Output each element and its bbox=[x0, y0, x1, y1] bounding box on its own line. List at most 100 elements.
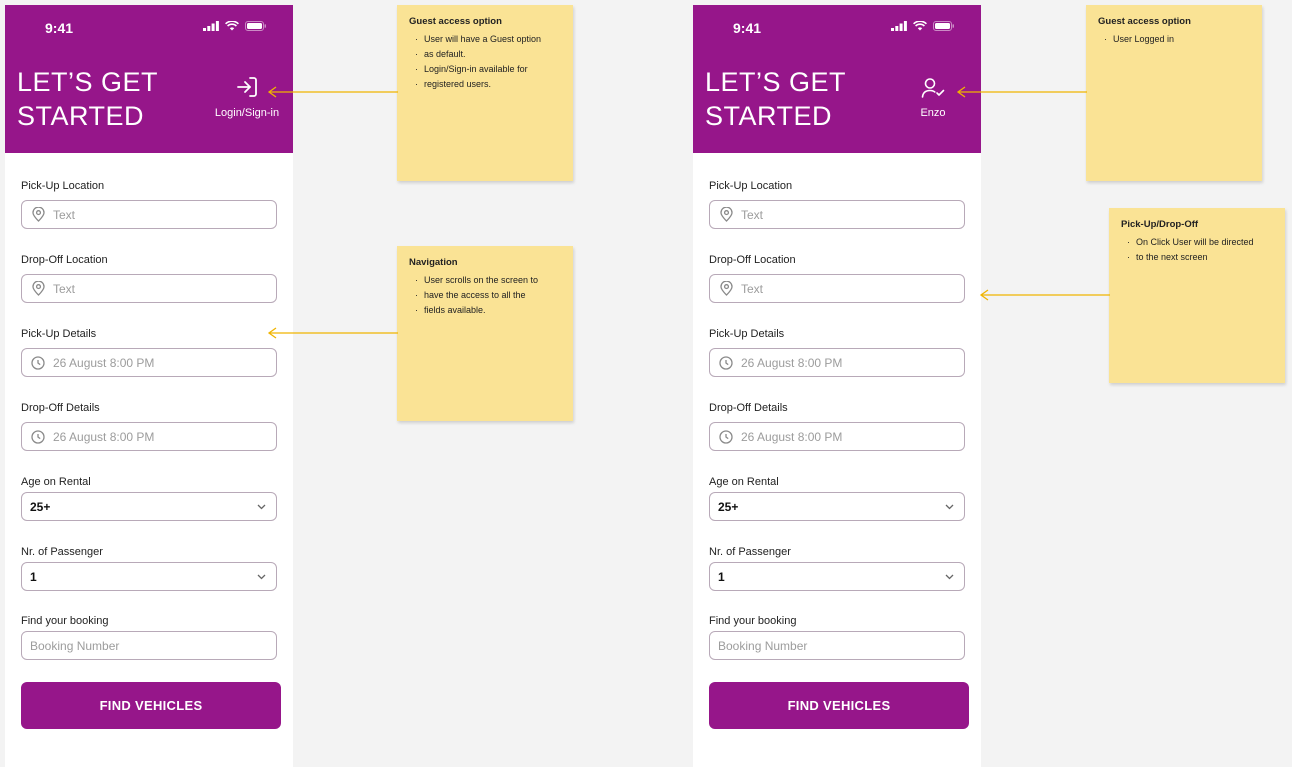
page-title: LET’S GET STARTED bbox=[17, 65, 158, 133]
note-item: User will have a Guest option bbox=[409, 32, 561, 47]
clock-icon bbox=[30, 429, 46, 445]
note-item: User scrolls on the screen to bbox=[409, 273, 561, 288]
dropoff-location-input[interactable]: Text bbox=[21, 274, 277, 303]
wifi-icon bbox=[225, 21, 239, 31]
note-item: to the next screen bbox=[1121, 250, 1273, 265]
age-select[interactable]: 25+ bbox=[709, 492, 965, 521]
dropoff-location-label: Drop-Off Location bbox=[21, 254, 108, 266]
find-vehicles-button[interactable]: FIND VEHICLES bbox=[709, 682, 969, 729]
booking-number-input[interactable]: Booking Number bbox=[709, 631, 965, 660]
pickup-location-label: Pick-Up Location bbox=[21, 180, 105, 192]
page-title: LET’S GET STARTED bbox=[705, 65, 846, 133]
phone-screen-logged-in: 9:41 LET’S GET STARTED Enzo Pick-Up Loca… bbox=[693, 5, 981, 767]
booking-label: Find your booking bbox=[709, 615, 797, 627]
pickup-details-input[interactable]: 26 August 8:00 PM bbox=[21, 348, 277, 377]
age-value: 25+ bbox=[30, 499, 51, 514]
sticky-note-pickup-dropoff: Pick-Up/Drop-Off On Click User will be d… bbox=[1109, 208, 1285, 383]
clock-icon bbox=[718, 429, 734, 445]
pickup-details-placeholder: 26 August 8:00 PM bbox=[53, 355, 155, 370]
sticky-note-guest-access-logged-in: Guest access option User Logged in bbox=[1086, 5, 1262, 181]
dropoff-details-placeholder: 26 August 8:00 PM bbox=[741, 429, 843, 444]
pickup-details-placeholder: 26 August 8:00 PM bbox=[741, 355, 843, 370]
note-item: Login/Sign-in available for bbox=[409, 62, 561, 77]
dropoff-location-label: Drop-Off Location bbox=[709, 254, 796, 266]
location-pin-icon bbox=[718, 281, 734, 297]
signal-icon bbox=[203, 21, 219, 31]
arrow-navigation-note bbox=[267, 327, 398, 339]
note-item: registered users. bbox=[409, 77, 561, 92]
app-header: 9:41 LET’S GET STARTED Login/Sign-in bbox=[5, 5, 293, 153]
passengers-label: Nr. of Passenger bbox=[21, 546, 103, 558]
clock-icon bbox=[718, 355, 734, 371]
signal-icon bbox=[891, 21, 907, 31]
booking-placeholder: Booking Number bbox=[718, 638, 808, 653]
note-item: On Click User will be directed bbox=[1121, 235, 1273, 250]
location-pin-icon bbox=[718, 207, 734, 223]
note-item: have the access to all the bbox=[409, 288, 561, 303]
dropoff-location-placeholder: Text bbox=[741, 281, 764, 296]
passengers-value: 1 bbox=[718, 569, 725, 584]
pickup-location-placeholder: Text bbox=[53, 207, 76, 222]
title-line-2: STARTED bbox=[705, 101, 833, 131]
login-icon bbox=[237, 77, 257, 97]
booking-label: Find your booking bbox=[21, 615, 109, 627]
note-list: User Logged in bbox=[1098, 32, 1250, 47]
dropoff-details-input[interactable]: 26 August 8:00 PM bbox=[709, 422, 965, 451]
login-label: Login/Sign-in bbox=[214, 107, 280, 119]
note-title: Pick-Up/Drop-Off bbox=[1121, 219, 1199, 230]
pickup-details-label: Pick-Up Details bbox=[21, 328, 97, 340]
title-line-1: LET’S GET bbox=[17, 67, 159, 97]
note-item: User Logged in bbox=[1098, 32, 1250, 47]
dropoff-location-placeholder: Text bbox=[53, 281, 76, 296]
dropoff-location-input[interactable]: Text bbox=[709, 274, 965, 303]
pickup-location-input[interactable]: Text bbox=[21, 200, 277, 229]
arrow-guest-note-to-login bbox=[267, 86, 398, 98]
title-line-2: STARTED bbox=[17, 101, 145, 131]
status-time: 9:41 bbox=[45, 20, 74, 36]
booking-placeholder: Booking Number bbox=[30, 638, 120, 653]
find-vehicles-button[interactable]: FIND VEHICLES bbox=[21, 682, 281, 729]
booking-number-input[interactable]: Booking Number bbox=[21, 631, 277, 660]
clock-icon bbox=[30, 355, 46, 371]
location-pin-icon bbox=[30, 207, 46, 223]
arrow-logged-in-note-to-user bbox=[956, 86, 1087, 98]
note-title: Guest access option bbox=[1098, 16, 1191, 27]
passengers-label: Nr. of Passenger bbox=[709, 546, 791, 558]
age-select[interactable]: 25+ bbox=[21, 492, 277, 521]
status-icons bbox=[891, 21, 955, 31]
chevron-down-icon bbox=[257, 504, 266, 510]
user-check-icon bbox=[921, 78, 945, 98]
age-label: Age on Rental bbox=[21, 476, 91, 488]
dropoff-details-input[interactable]: 26 August 8:00 PM bbox=[21, 422, 277, 451]
note-list: On Click User will be directed to the ne… bbox=[1121, 235, 1273, 265]
note-item: fields available. bbox=[409, 303, 561, 318]
note-title: Guest access option bbox=[409, 16, 502, 27]
chevron-down-icon bbox=[945, 574, 954, 580]
passengers-select[interactable]: 1 bbox=[21, 562, 277, 591]
status-icons bbox=[203, 21, 267, 31]
wifi-icon bbox=[913, 21, 927, 31]
battery-icon bbox=[933, 21, 954, 31]
status-time: 9:41 bbox=[733, 20, 762, 36]
battery-icon bbox=[245, 21, 266, 31]
age-label: Age on Rental bbox=[709, 476, 779, 488]
note-title: Navigation bbox=[409, 257, 458, 268]
pickup-details-input[interactable]: 26 August 8:00 PM bbox=[709, 348, 965, 377]
title-line-1: LET’S GET bbox=[705, 67, 847, 97]
note-list: User will have a Guest option as default… bbox=[409, 32, 561, 92]
arrow-pickup-dropoff-note bbox=[979, 289, 1110, 301]
pickup-location-label: Pick-Up Location bbox=[709, 180, 793, 192]
age-value: 25+ bbox=[718, 499, 739, 514]
pickup-details-label: Pick-Up Details bbox=[709, 328, 785, 340]
chevron-down-icon bbox=[945, 504, 954, 510]
pickup-location-input[interactable]: Text bbox=[709, 200, 965, 229]
note-list: User scrolls on the screen to have the a… bbox=[409, 273, 561, 318]
dropoff-details-placeholder: 26 August 8:00 PM bbox=[53, 429, 155, 444]
passengers-value: 1 bbox=[30, 569, 37, 584]
dropoff-details-label: Drop-Off Details bbox=[21, 402, 100, 414]
app-header: 9:41 LET’S GET STARTED Enzo bbox=[693, 5, 981, 153]
dropoff-details-label: Drop-Off Details bbox=[709, 402, 788, 414]
sticky-note-navigation: Navigation User scrolls on the screen to… bbox=[397, 246, 573, 421]
passengers-select[interactable]: 1 bbox=[709, 562, 965, 591]
sticky-note-guest-access: Guest access option User will have a Gue… bbox=[397, 5, 573, 181]
